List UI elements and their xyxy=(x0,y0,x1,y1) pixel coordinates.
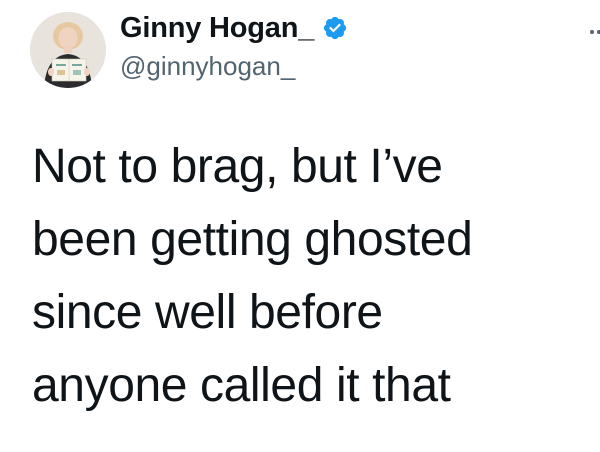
author-block: Ginny Hogan_ @ginnyhogan_ xyxy=(120,10,348,82)
tweet-text-line: since well before xyxy=(32,286,383,339)
tweet-text-line: anyone called it that xyxy=(32,359,451,412)
tweet-text-line: Not to brag, but I’ve xyxy=(32,140,443,193)
verified-badge-icon xyxy=(322,15,348,41)
tweet-text-line: been getting ghosted xyxy=(32,213,473,266)
display-name[interactable]: Ginny Hogan_ xyxy=(120,10,314,46)
author-handle[interactable]: @ginnyhogan_ xyxy=(120,50,348,82)
tweet-card: Ginny Hogan_ @ginnyhogan_ Not to brag, b… xyxy=(0,0,600,452)
profile-photo-icon xyxy=(30,12,106,88)
more-options-button[interactable] xyxy=(584,22,600,42)
author-name-row[interactable]: Ginny Hogan_ xyxy=(120,10,348,46)
more-options-icon xyxy=(590,30,594,34)
tweet-text: Not to brag, but I’ve been getting ghost… xyxy=(32,130,592,422)
avatar[interactable] xyxy=(30,12,106,88)
